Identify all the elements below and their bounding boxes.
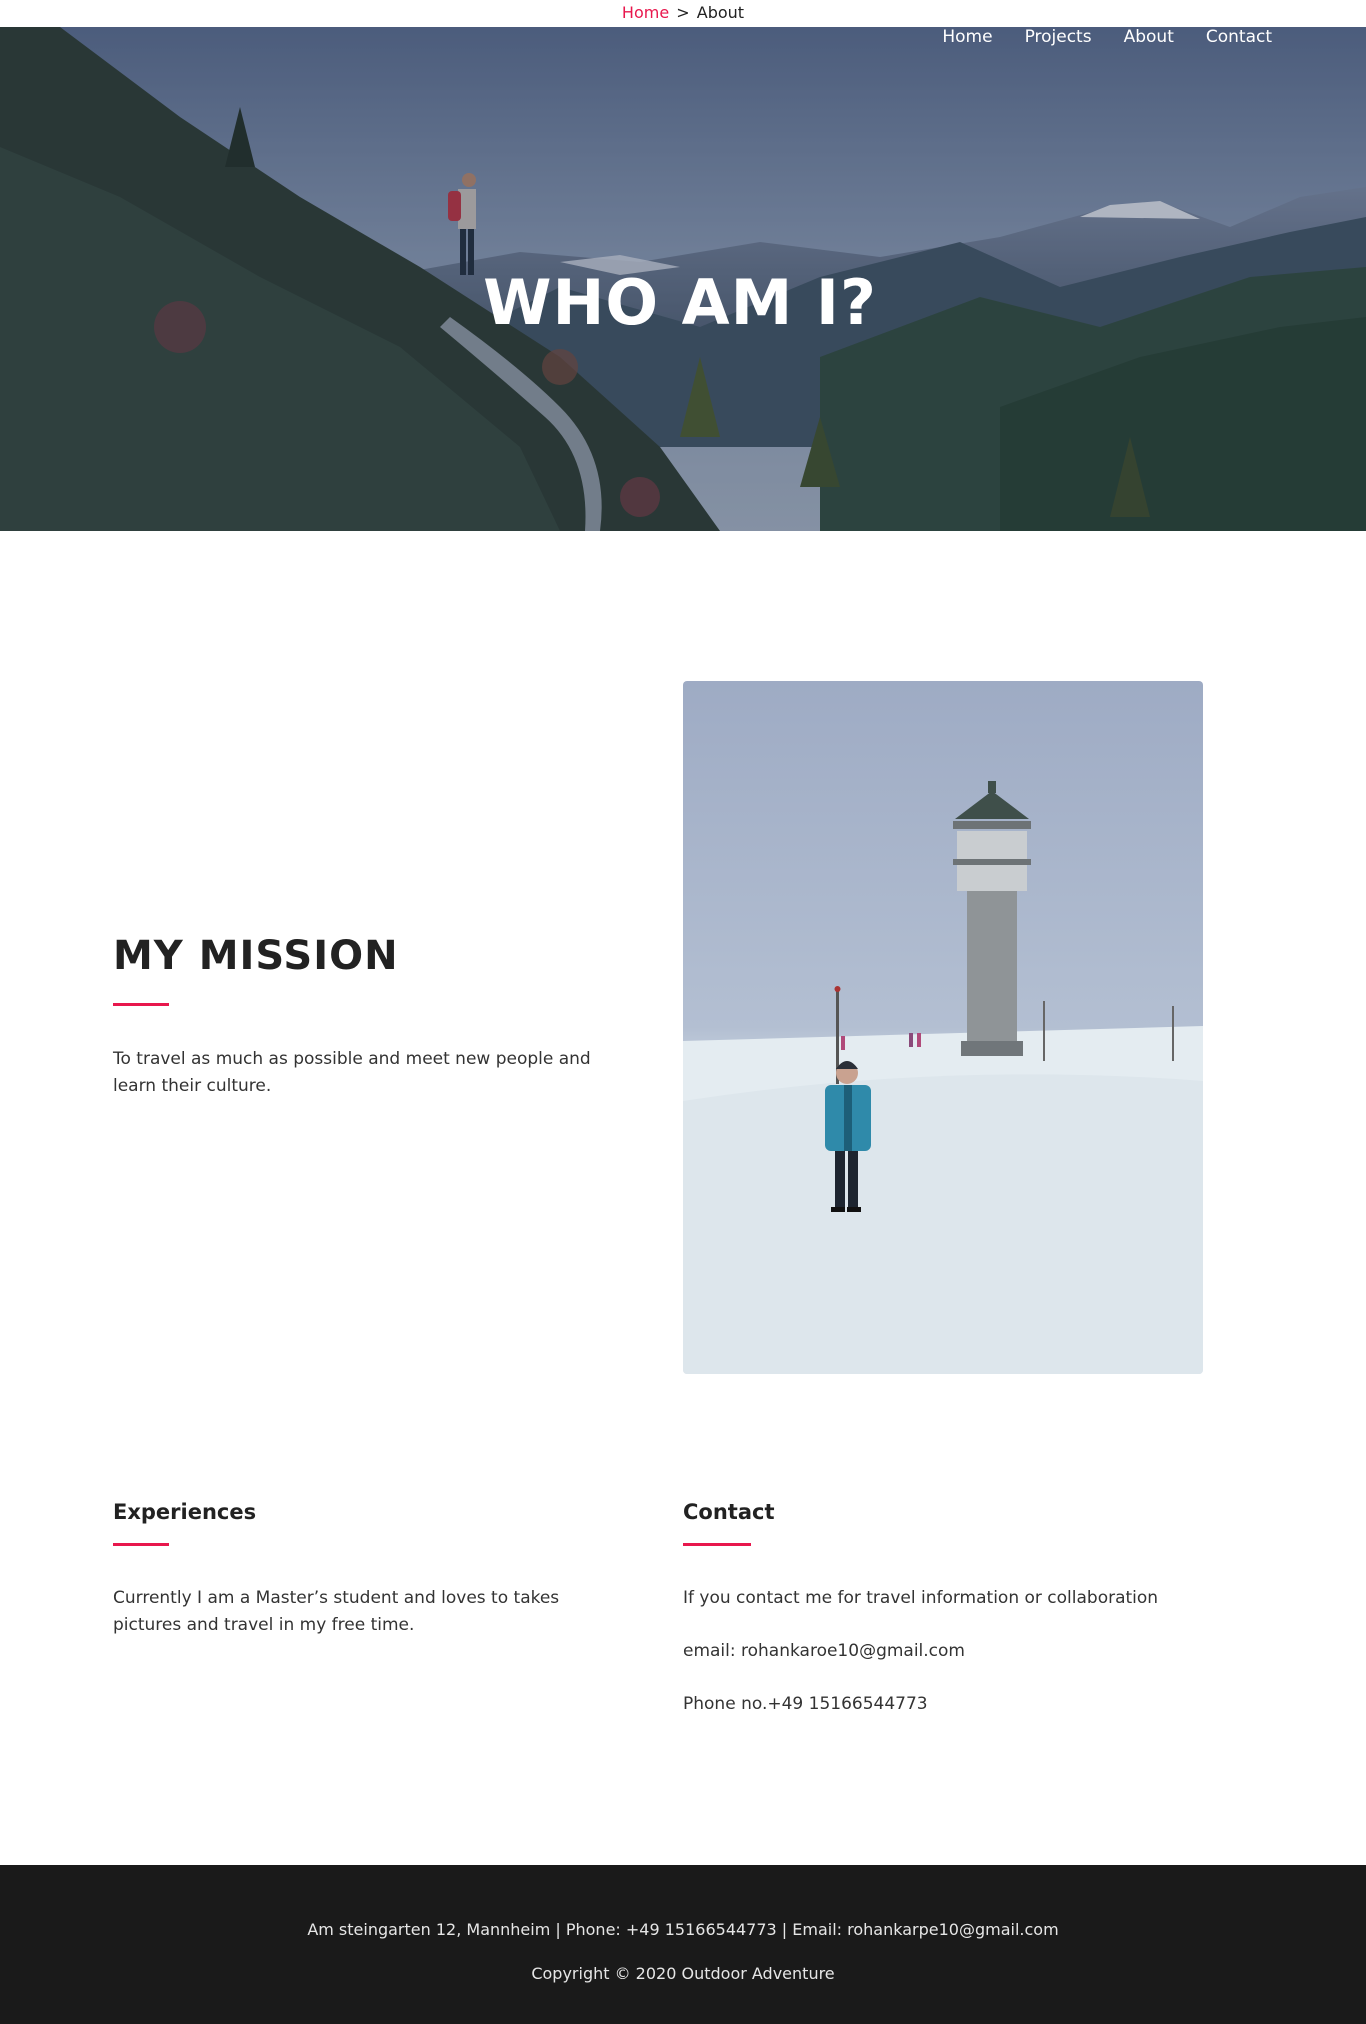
footer-address: Am steingarten 12, Mannheim | Phone: +49… xyxy=(307,1920,1059,1939)
breadcrumb: Home > About xyxy=(0,0,1366,27)
contact-intro: If you contact me for travel information… xyxy=(683,1588,1159,1608)
breadcrumb-home-link[interactable]: Home xyxy=(622,3,669,22)
footer-copyright: Copyright © 2020 Outdoor Adventure xyxy=(531,1964,835,1983)
nav-about[interactable]: About xyxy=(1124,27,1174,47)
breadcrumb-current: About xyxy=(696,3,745,22)
mission-text: To travel as much as possible and meet n… xyxy=(113,1049,591,1096)
mission-title-underline xyxy=(113,1003,169,1006)
profile-photo xyxy=(683,681,1203,1374)
snow-tower-image xyxy=(683,681,1203,1374)
contact-title: Contact xyxy=(683,1500,775,1524)
hero-title: WHO AM I? xyxy=(483,266,877,339)
site-footer: Am steingarten 12, Mannheim | Phone: +49… xyxy=(0,1865,1366,2024)
hero-banner: Home Projects About Contact WHO AM I? xyxy=(0,27,1366,531)
experiences-title: Experiences xyxy=(113,1500,257,1524)
experiences-title-underline xyxy=(113,1543,169,1546)
nav-contact[interactable]: Contact xyxy=(1206,27,1272,47)
mission-title: MY MISSION xyxy=(113,933,399,979)
main-nav: Home Projects About Contact xyxy=(942,27,1272,47)
contact-email[interactable]: email: rohankaroe10@gmail.com xyxy=(683,1638,1283,1665)
nav-home[interactable]: Home xyxy=(942,27,992,47)
nav-projects[interactable]: Projects xyxy=(1025,27,1092,47)
contact-phone[interactable]: Phone no.+49 15166544773 xyxy=(683,1691,1283,1718)
experiences-text: Currently I am a Master’s student and lo… xyxy=(113,1588,560,1635)
contact-title-underline xyxy=(683,1543,751,1546)
breadcrumb-separator: > xyxy=(676,3,690,22)
